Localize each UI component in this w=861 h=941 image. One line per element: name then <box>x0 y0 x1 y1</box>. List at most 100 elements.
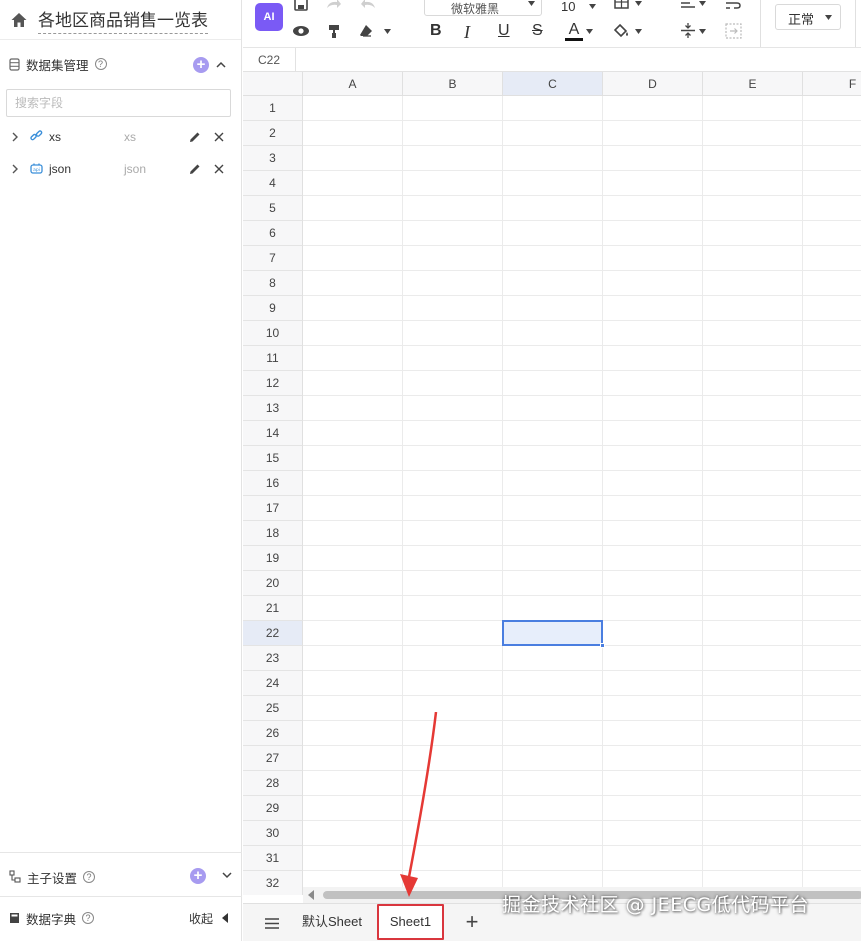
database-icon <box>9 57 20 71</box>
row-header[interactable]: 13 <box>243 396 303 421</box>
merge-cells-icon[interactable] <box>725 23 742 39</box>
column-header[interactable]: A <box>303 72 403 96</box>
row-header[interactable]: 23 <box>243 646 303 671</box>
row-header[interactable]: 1 <box>243 96 303 121</box>
row-header[interactable]: 5 <box>243 196 303 221</box>
redo-icon[interactable] <box>325 0 343 10</box>
column-header[interactable]: D <box>603 72 703 96</box>
ai-assistant-button[interactable]: AI <box>255 3 283 31</box>
sheet-list-menu-icon[interactable] <box>264 917 280 930</box>
vertical-align-icon[interactable] <box>680 22 696 39</box>
caret-down-icon[interactable] <box>699 29 706 34</box>
format-painter-icon[interactable] <box>327 24 341 39</box>
fill-color-icon[interactable] <box>614 23 630 39</box>
row-header[interactable]: 28 <box>243 771 303 796</box>
number-format-select[interactable]: 正常 <box>775 4 841 30</box>
row-header[interactable]: 7 <box>243 246 303 271</box>
border-icon[interactable] <box>614 0 630 10</box>
spreadsheet-grid[interactable]: A B C D E F 1 2 3 4 5 6 7 8 9 10 11 12 13 14 15 16 17 18 19 20 21 2… <box>243 72 861 895</box>
main-sub-label: 主子设置 <box>27 870 78 886</box>
select-all-corner[interactable] <box>243 72 303 96</box>
help-icon[interactable]: ? <box>82 912 95 924</box>
row-header[interactable]: 31 <box>243 846 303 871</box>
chevron-right-icon[interactable] <box>10 163 20 175</box>
row-header[interactable]: 18 <box>243 521 303 546</box>
row-header[interactable]: 21 <box>243 596 303 621</box>
bold-button[interactable]: B <box>430 22 442 40</box>
edit-icon[interactable] <box>188 130 202 144</box>
grid-line <box>303 345 861 346</box>
row-header[interactable]: 9 <box>243 296 303 321</box>
row-header[interactable]: 11 <box>243 346 303 371</box>
row-header[interactable]: 8 <box>243 271 303 296</box>
dataset-item-json[interactable]: api json json <box>0 158 242 180</box>
row-header[interactable]: 2 <box>243 121 303 146</box>
underline-button[interactable]: U <box>498 22 510 40</box>
font-color-button[interactable]: A <box>565 21 583 41</box>
column-header[interactable]: E <box>703 72 803 96</box>
row-header[interactable]: 19 <box>243 546 303 571</box>
help-icon[interactable]: ? <box>83 871 96 883</box>
add-main-sub-button[interactable]: + <box>190 868 206 884</box>
row-header[interactable]: 15 <box>243 446 303 471</box>
sheet-tab-sheet1[interactable]: Sheet1 <box>377 904 444 940</box>
row-header[interactable]: 24 <box>243 671 303 696</box>
row-header[interactable]: 22 <box>243 621 303 646</box>
row-header[interactable]: 25 <box>243 696 303 721</box>
align-left-icon[interactable] <box>680 0 696 11</box>
row-header[interactable]: 10 <box>243 321 303 346</box>
row-header[interactable]: 6 <box>243 221 303 246</box>
caret-left-icon[interactable] <box>221 912 229 924</box>
home-icon[interactable] <box>10 11 28 29</box>
column-header[interactable]: C <box>503 72 603 96</box>
row-header[interactable]: 3 <box>243 146 303 171</box>
add-dataset-button[interactable]: + <box>193 57 209 73</box>
row-header[interactable]: 27 <box>243 746 303 771</box>
caret-down-icon[interactable] <box>384 29 391 34</box>
caret-down-icon[interactable] <box>586 29 593 34</box>
row-header[interactable]: 16 <box>243 471 303 496</box>
edit-icon[interactable] <box>188 162 202 176</box>
caret-down-icon[interactable] <box>699 1 706 6</box>
dataset-item-xs[interactable]: xs xs <box>0 126 242 148</box>
close-icon[interactable] <box>213 163 225 175</box>
add-sheet-button[interactable]: + <box>462 908 482 938</box>
report-title[interactable]: 各地区商品销售一览表 <box>38 6 208 34</box>
row-header[interactable]: 14 <box>243 421 303 446</box>
close-icon[interactable] <box>213 131 225 143</box>
save-icon[interactable] <box>293 0 309 12</box>
sheet-tab-default[interactable]: 默认Sheet <box>293 911 371 935</box>
font-family-select[interactable]: 微软雅黑 <box>424 0 542 16</box>
caret-down-icon <box>825 15 832 20</box>
caret-down-icon[interactable] <box>635 1 642 6</box>
row-header[interactable]: 30 <box>243 821 303 846</box>
italic-button[interactable]: I <box>464 22 470 43</box>
column-header[interactable]: F <box>803 72 861 96</box>
row-header[interactable]: 12 <box>243 371 303 396</box>
selected-cell[interactable] <box>502 620 603 646</box>
fill-handle[interactable] <box>600 643 605 648</box>
column-header[interactable]: B <box>403 72 503 96</box>
chevron-down-icon[interactable] <box>220 868 234 882</box>
row-header[interactable]: 4 <box>243 171 303 196</box>
text-wrap-icon[interactable] <box>725 0 742 11</box>
strikethrough-button[interactable]: S <box>532 22 543 40</box>
scroll-left-arrow-icon[interactable] <box>308 890 314 900</box>
undo-icon[interactable] <box>359 0 377 10</box>
collapse-button[interactable]: 收起 <box>189 910 213 927</box>
row-header[interactable]: 29 <box>243 796 303 821</box>
row-header[interactable]: 17 <box>243 496 303 521</box>
preview-icon[interactable] <box>292 25 310 37</box>
cell-name-box[interactable]: C22 <box>243 48 296 72</box>
eraser-icon[interactable] <box>359 24 375 38</box>
row-header[interactable]: 32 <box>243 871 303 895</box>
font-size-select[interactable]: 10 <box>561 0 597 14</box>
search-field-input[interactable]: 搜索字段 <box>6 89 231 117</box>
caret-down-icon[interactable] <box>635 29 642 34</box>
help-icon[interactable]: ? <box>94 58 107 70</box>
row-header[interactable]: 26 <box>243 721 303 746</box>
chevron-right-icon[interactable] <box>10 131 20 143</box>
chevron-up-icon[interactable] <box>214 58 228 72</box>
row-header[interactable]: 20 <box>243 571 303 596</box>
grid-line <box>303 845 861 846</box>
